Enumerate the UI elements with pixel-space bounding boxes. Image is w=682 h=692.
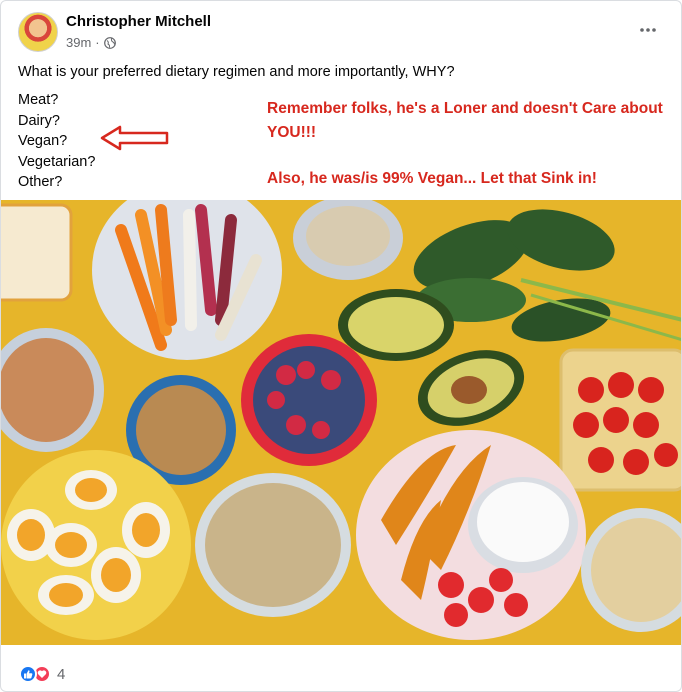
globe-icon[interactable] xyxy=(103,36,116,49)
post-meta: 39m · xyxy=(66,35,116,50)
food-spread-image xyxy=(1,200,681,645)
author-name[interactable]: Christopher Mitchell xyxy=(66,13,211,30)
post-question: What is your preferred dietary regimen a… xyxy=(18,64,455,80)
post-card: Christopher Mitchell 39m · What is your … xyxy=(0,0,682,692)
post-header: Christopher Mitchell 39m · xyxy=(1,1,681,61)
avatar[interactable] xyxy=(18,12,58,52)
option-item: Dairy? xyxy=(18,112,60,129)
annotation-vegan: Also, he was/is 99% Vegan... Let that Si… xyxy=(267,170,597,187)
reaction-summary[interactable]: 4 xyxy=(19,665,65,683)
option-list: Meat? Dairy? Vegan? Vegetarian? Other? xyxy=(18,90,95,193)
option-item: Meat? xyxy=(18,92,59,108)
option-item: Other? xyxy=(18,174,63,190)
meta-separator: · xyxy=(95,35,100,50)
post-footer: 4 xyxy=(1,645,681,691)
food-photo[interactable] xyxy=(1,200,681,645)
annotation-warning: Remember folks, he's a Loner and doesn't… xyxy=(267,100,663,141)
more-options-icon[interactable] xyxy=(635,19,661,39)
like-icon xyxy=(19,665,37,683)
reaction-count[interactable]: 4 xyxy=(57,666,65,683)
option-item: Vegetarian? xyxy=(18,153,96,170)
option-item: Vegan? xyxy=(18,133,68,149)
red-arrow-annotation xyxy=(100,125,169,151)
post-time[interactable]: 39m xyxy=(66,35,91,50)
